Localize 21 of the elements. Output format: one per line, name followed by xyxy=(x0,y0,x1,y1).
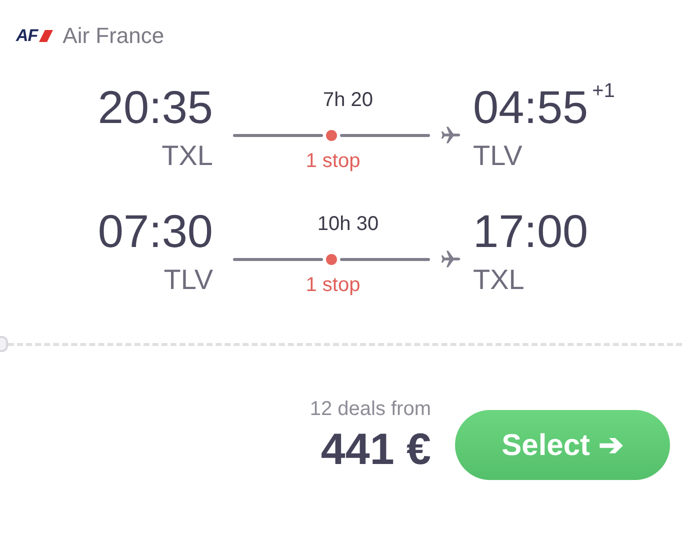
departure-airport: TXL xyxy=(162,139,213,173)
arrival-time: 17:00 xyxy=(473,204,588,258)
select-button[interactable]: Select ➔ xyxy=(455,410,670,480)
arrival-airport: TLV xyxy=(473,139,522,173)
airline-logo: AF xyxy=(16,26,38,46)
price: 441 € xyxy=(320,424,431,474)
stop-dot xyxy=(326,254,336,264)
flight-duration: 10h 30 xyxy=(317,212,379,236)
flight-duration: 7h 20 xyxy=(322,88,374,112)
airline-name: Air France xyxy=(62,23,164,49)
departure-time: 07:30 xyxy=(98,204,213,258)
departure-time: 20:35 xyxy=(98,80,213,134)
stop-dot xyxy=(326,130,336,140)
day-offset: +1 xyxy=(592,80,615,103)
arrival-time: 04:55 xyxy=(473,80,588,134)
stops-label: 1 stop xyxy=(306,274,360,297)
slash-icon xyxy=(38,30,53,42)
deals-count: 12 deals from xyxy=(310,398,431,420)
arrival-airport: TXL xyxy=(473,263,524,297)
departure-airport: TLV xyxy=(164,263,213,297)
stops-label: 1 stop xyxy=(306,150,360,173)
